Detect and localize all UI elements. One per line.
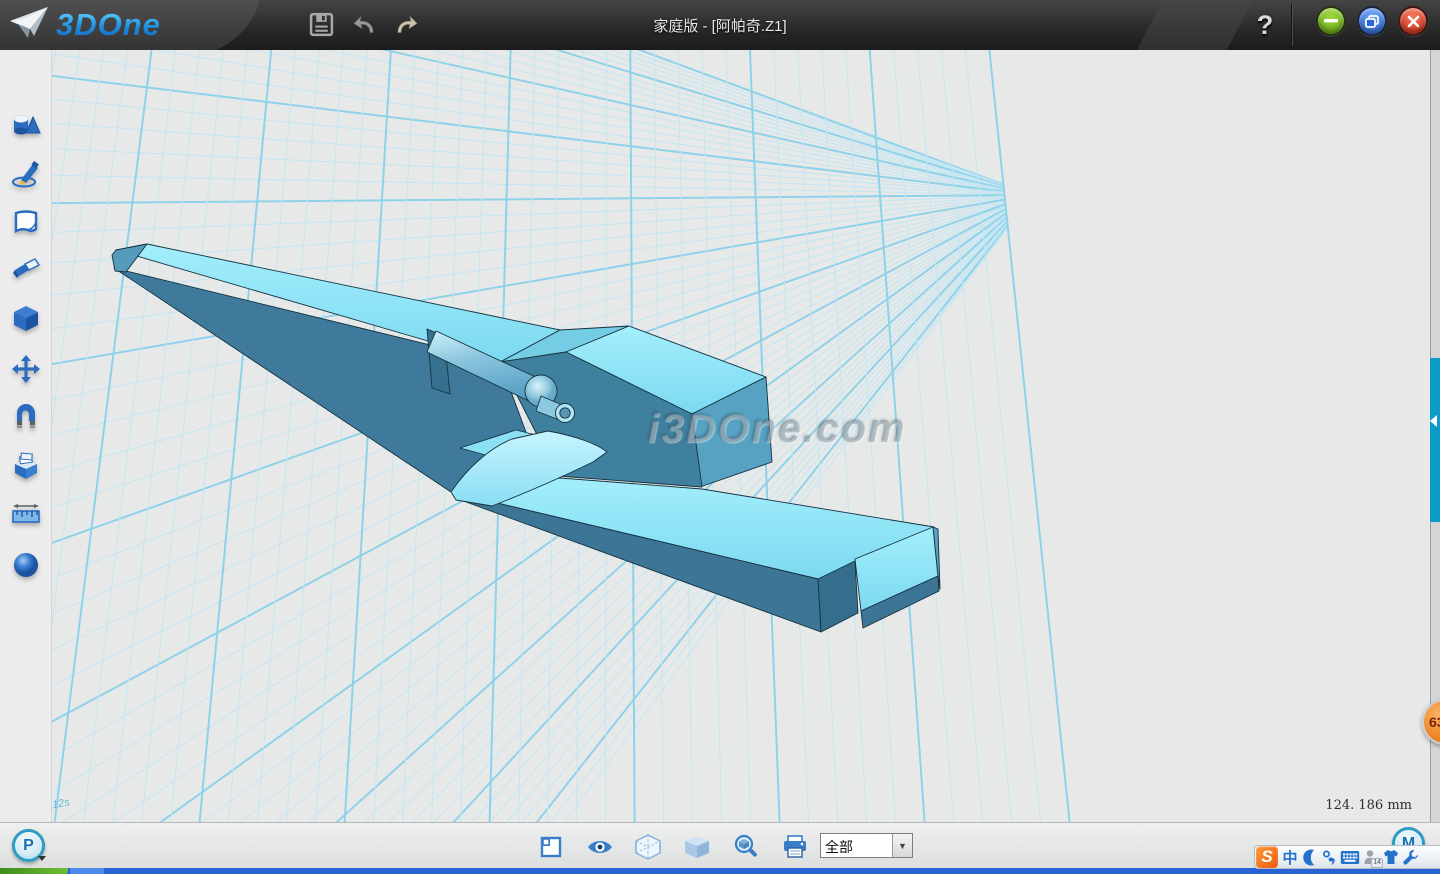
titlebar-swoosh-right: [1131, 0, 1258, 50]
bottom-toolbar: P: [0, 822, 1440, 868]
sidebar-item-sweep-edit[interactable]: [10, 256, 42, 290]
soft-keyboard-icon[interactable]: [1340, 846, 1360, 868]
app-logo: 3DOne: [8, 2, 161, 48]
measurement-readout: 124. 186 mm: [1302, 798, 1412, 813]
sidebar-item-assembly[interactable]: [10, 452, 42, 486]
chinese-mode-icon[interactable]: 中: [1281, 846, 1299, 868]
save-button[interactable]: [306, 8, 336, 40]
punctuation-icon[interactable]: [1322, 846, 1337, 868]
zoom-search-button[interactable]: [728, 831, 764, 863]
undo-button[interactable]: [350, 8, 380, 40]
view-plane-button[interactable]: [533, 831, 569, 863]
sidebar-item-surface[interactable]: [10, 208, 42, 242]
sogou-logo-icon[interactable]: S: [1256, 846, 1278, 868]
wireframe-display-button[interactable]: [630, 831, 666, 863]
skin-shirt-icon[interactable]: [1382, 846, 1400, 868]
chinese-mode-label: 中: [1282, 847, 1297, 868]
fullwidth-moon-icon[interactable]: [1302, 846, 1319, 868]
plugin-p-label: P: [23, 837, 34, 855]
plugin-p-caret[interactable]: [38, 856, 46, 861]
titlebar: 3DOne 家庭版 - [阿帕奇.Z1] ?: [0, 0, 1440, 50]
help-button[interactable]: ?: [1250, 6, 1280, 44]
watermark: i3DOne.com: [612, 405, 942, 452]
sidebar-item-snap-magnet[interactable]: [10, 403, 42, 437]
minimize-button[interactable]: [1316, 6, 1346, 36]
redo-button[interactable]: [390, 8, 420, 40]
os-taskbar-sliver: [0, 868, 1440, 874]
filter-combobox[interactable]: 全部 ▼: [820, 833, 913, 858]
visibility-eye-button[interactable]: [582, 831, 618, 863]
sidebar-item-primitive-solids[interactable]: [10, 112, 42, 146]
restore-button[interactable]: [1357, 6, 1387, 36]
close-button[interactable]: [1398, 6, 1428, 36]
viewport-3d[interactable]: i3DOne.com 12s 124. 186 mm: [52, 50, 1430, 822]
chevron-down-icon[interactable]: ▼: [892, 834, 912, 857]
chevron-left-icon: [1430, 415, 1437, 427]
os-quicklaunch-sliver: [70, 868, 104, 874]
shaded-display-button[interactable]: [679, 831, 715, 863]
user-level-icon[interactable]: 14: [1363, 846, 1379, 868]
collapse-panel-tab[interactable]: [1430, 358, 1440, 522]
sidebar-item-material-render[interactable]: [10, 550, 42, 584]
sogou-logo-letter: S: [1261, 847, 1272, 867]
print-button[interactable]: [777, 831, 813, 863]
3done-window: 3DOne 家庭版 - [阿帕奇.Z1] ?: [0, 0, 1440, 874]
os-start-sliver[interactable]: [0, 868, 68, 874]
sidebar-item-feature-solid[interactable]: [10, 304, 42, 338]
ime-toolbar: S 中: [1254, 845, 1440, 869]
titlebar-divider: [1292, 4, 1293, 46]
sidebar-item-basic-edit[interactable]: [10, 354, 42, 388]
settings-wrench-icon[interactable]: [1403, 846, 1419, 868]
perf-badge-value: 63: [1429, 714, 1440, 730]
user-level-badge: 14: [1371, 858, 1383, 868]
paper-plane-icon: [8, 5, 50, 46]
filter-combobox-value: 全部: [821, 834, 892, 857]
sidebar-item-dimension[interactable]: [10, 502, 42, 536]
sidebar-item-sketch[interactable]: [10, 160, 42, 194]
tool-sidebar: [0, 50, 52, 822]
app-logo-text: 3DOne: [56, 7, 161, 43]
